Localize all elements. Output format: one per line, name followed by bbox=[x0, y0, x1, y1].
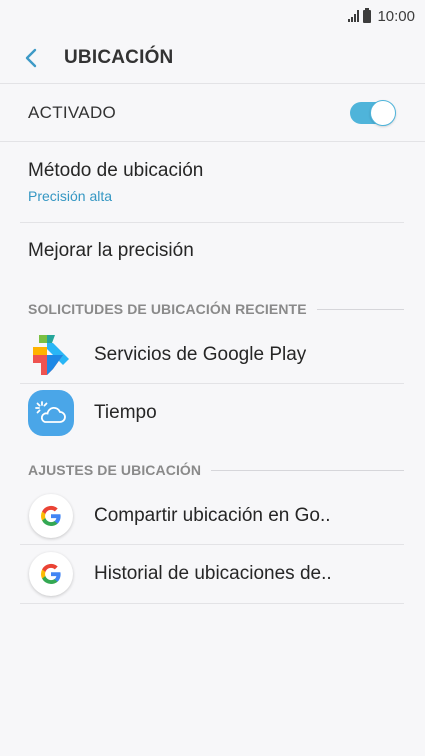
section-header-label: SOLICITUDES DE UBICACIÓN RECIENTE bbox=[28, 301, 307, 317]
recent-requests-header: SOLICITUDES DE UBICACIÓN RECIENTE bbox=[28, 299, 404, 319]
app-name: Compartir ubicación en Go.. bbox=[94, 505, 331, 526]
location-settings-header: AJUSTES DE UBICACIÓN bbox=[28, 460, 404, 480]
status-time: 10:00 bbox=[377, 7, 415, 25]
google-icon bbox=[29, 494, 73, 538]
section-header-line bbox=[316, 308, 404, 310]
divider bbox=[20, 603, 404, 604]
location-method-item[interactable]: Método de ubicación Precisión alta bbox=[28, 160, 404, 204]
google-icon bbox=[29, 552, 73, 596]
google-play-services-icon bbox=[28, 332, 74, 378]
toggle-label: ACTIVADO bbox=[28, 103, 117, 122]
switch-knob bbox=[370, 100, 396, 126]
app-name: Tiempo bbox=[94, 402, 157, 423]
google-icon-wrap bbox=[28, 493, 74, 539]
recent-app-google-play-services[interactable]: Servicios de Google Play bbox=[28, 326, 404, 384]
app-name: Servicios de Google Play bbox=[94, 344, 307, 365]
location-switch[interactable] bbox=[350, 100, 396, 126]
status-bar: 10:00 bbox=[0, 0, 425, 32]
app-bar: UBICACIÓN bbox=[0, 32, 425, 84]
location-method-title: Método de ubicación bbox=[28, 160, 204, 181]
location-master-toggle-row[interactable]: ACTIVADO bbox=[0, 85, 425, 142]
location-method-value: Precisión alta bbox=[28, 188, 113, 204]
recent-app-weather[interactable]: Tiempo bbox=[28, 384, 404, 442]
battery-icon bbox=[363, 7, 372, 23]
section-header-label: AJUSTES DE UBICACIÓN bbox=[28, 462, 202, 478]
signal-icon bbox=[348, 10, 360, 22]
divider bbox=[20, 222, 404, 223]
improve-accuracy-title: Mejorar la precisión bbox=[28, 240, 194, 261]
section-header-line bbox=[211, 469, 404, 471]
back-arrow-icon bbox=[25, 48, 37, 67]
page-title: UBICACIÓN bbox=[64, 46, 174, 68]
improve-accuracy-item[interactable]: Mejorar la precisión bbox=[28, 240, 404, 262]
app-name: Historial de ubicaciones de.. bbox=[94, 563, 332, 584]
share-location-item[interactable]: Compartir ubicación en Go.. bbox=[28, 487, 404, 545]
location-history-item[interactable]: Historial de ubicaciones de.. bbox=[28, 545, 404, 603]
back-button[interactable] bbox=[0, 32, 64, 84]
google-icon-wrap bbox=[28, 551, 74, 597]
weather-icon-wrap bbox=[28, 390, 74, 436]
weather-icon bbox=[28, 390, 74, 436]
